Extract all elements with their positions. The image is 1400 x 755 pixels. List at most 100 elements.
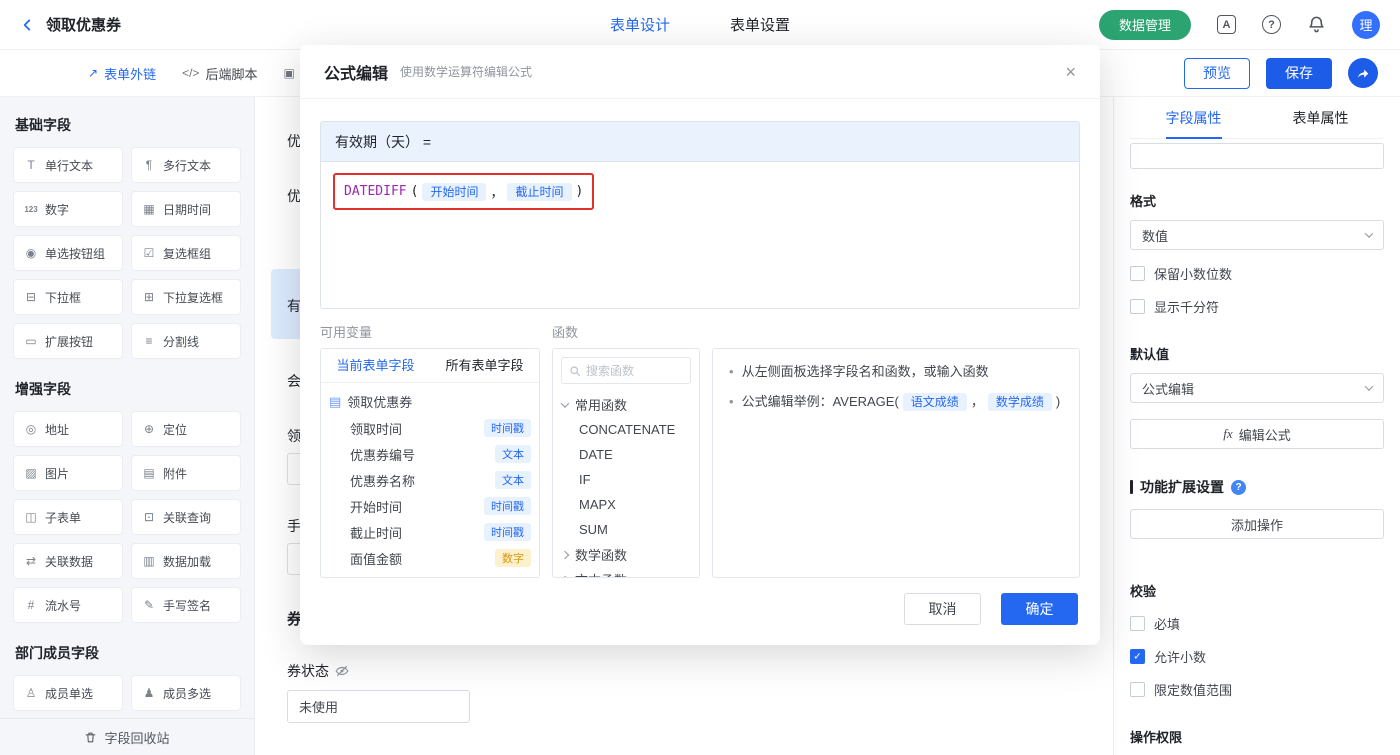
status-input[interactable] [287,690,470,723]
function-search-input[interactable] [586,363,683,378]
field-library-item[interactable]: ◉ 单选按钮组 [13,235,123,271]
properties-tab[interactable]: 表单属性 [1257,97,1384,138]
field-library-item[interactable]: ¶ 多行文本 [131,147,241,183]
header-nav-tab[interactable]: 表单设置 [730,14,790,35]
default-value-select[interactable]: 公式编辑 [1130,373,1384,403]
field-library-item[interactable]: ▥ 数据加载 [131,543,241,579]
field-library-item[interactable]: ▭ 扩展按钮 [13,323,123,359]
format-option-row[interactable]: 保留小数位数 [1130,264,1384,283]
confirm-button[interactable]: 确定 [1001,593,1078,625]
field-library-item[interactable]: ▤ 附件 [131,455,241,491]
field-library-item[interactable]: ⊞ 下拉复选框 [131,279,241,315]
checkbox[interactable] [1130,616,1145,631]
checkbox[interactable] [1130,682,1145,697]
field-icon: ◉ [25,246,37,260]
cancel-button[interactable]: 取消 [904,593,981,625]
field-library-item[interactable]: # 流水号 [13,587,123,623]
chevron-down-icon [1364,382,1374,391]
validation-option-row[interactable]: 允许小数 [1130,647,1384,666]
field-label: 关联数据 [45,554,94,569]
function-group-common[interactable]: 常用函数 [553,392,699,417]
field-label: 子表单 [45,510,82,525]
field-library-item[interactable]: ⊕ 定位 [131,411,241,447]
validation-option-row[interactable]: 限定数值范围 [1130,680,1384,699]
function-item[interactable]: CONCATENATE [553,417,699,442]
function-item[interactable]: SUM [553,517,699,542]
close-paren: ) [575,184,584,199]
variable-row[interactable]: 优惠券名称 文本 [329,467,531,493]
preview-button[interactable]: 预览 [1184,57,1250,89]
field-icon: ▤ [143,466,155,480]
form-root-node[interactable]: 领取优惠券 [329,388,531,415]
field-library-item[interactable]: ◫ 子表单 [13,499,123,535]
variables-tab[interactable]: 当前表单字段 [321,349,430,382]
field-library-item[interactable]: ▨ 图片 [13,455,123,491]
add-operation-button[interactable]: 添加操作 [1130,509,1384,539]
user-avatar[interactable]: 理 [1352,10,1380,39]
field-library-item[interactable]: ⇄ 关联数据 [13,543,123,579]
bullet-icon [729,392,734,412]
close-icon[interactable]: × [1065,63,1076,81]
formula-help-panel: 从左侧面板选择字段名和函数，或输入函数 公式编辑举例：AVERAGE( 语文成绩… [712,348,1080,578]
toolbar-link[interactable]: </> 后端脚本 [182,64,257,83]
function-group[interactable]: 数学函数 [553,542,699,567]
field-icon: ⇄ [25,554,37,568]
format-option-row[interactable]: 显示千分符 [1130,297,1384,316]
field-library-item[interactable]: ♙ 成员单选 [13,675,123,711]
formula-arg-pill[interactable]: 开始时间 [422,182,487,201]
variable-row[interactable]: 优惠券编号 文本 [329,441,531,467]
edit-formula-button[interactable]: fx 编辑公式 [1130,419,1384,449]
properties-tab[interactable]: 字段属性 [1130,97,1257,138]
checkbox-label: 显示千分符 [1154,300,1220,315]
variables-tab[interactable]: 所有表单字段 [430,349,539,382]
field-title-input[interactable] [1130,143,1384,169]
function-item[interactable]: MAPX [553,492,699,517]
field-library-item[interactable]: ⊡ 关联查询 [131,499,241,535]
field-library-item[interactable]: ✎ 手写签名 [131,587,241,623]
field-library-item[interactable]: 123 数字 [13,191,123,227]
save-button[interactable]: 保存 [1266,57,1332,89]
notification-bell-icon[interactable] [1307,15,1326,34]
modal-body: 有效期（天） = DATEDIFF ( 开始时间 ， 截止时间 ) 可用变量 函… [300,99,1100,578]
function-item[interactable]: IF [553,467,699,492]
field-library-item[interactable]: ⊟ 下拉框 [13,279,123,315]
question-help-icon[interactable]: ? [1231,479,1246,495]
field-library-item[interactable]: ♟ 成员多选 [131,675,241,711]
variable-row[interactable]: 截止时间 时间戳 [329,519,531,545]
formula-content-area[interactable]: DATEDIFF ( 开始时间 ， 截止时间 ) [321,162,1079,308]
field-library-sidebar: 基础字段 T 单行文本 ¶ 多行文本 123 数字 ▦ 日期时间 ◉ 单选按钮组… [0,97,255,755]
properties-tabs: 字段属性 表单属性 [1130,97,1384,139]
data-manage-button[interactable]: 数据管理 [1098,9,1191,40]
variable-row[interactable]: 面值金额 数字 [329,545,531,571]
checkbox[interactable] [1130,299,1145,314]
format-select[interactable]: 数值 [1130,220,1384,250]
variables-list: 领取优惠券 领取时间 时间戳 优惠券编号 [321,383,539,576]
function-item[interactable]: DATE [553,442,699,467]
variable-row[interactable]: 开始时间 时间戳 [329,493,531,519]
function-group[interactable]: 文本函数 [553,567,699,577]
field-library-item[interactable]: ≡ 分割线 [131,323,241,359]
field-library-item[interactable]: T 单行文本 [13,147,123,183]
translate-icon[interactable]: A [1217,15,1236,34]
field-label: 多行文本 [163,158,212,173]
field-library-item[interactable]: ▦ 日期时间 [131,191,241,227]
checkbox[interactable] [1130,266,1145,281]
header-nav-tab[interactable]: 表单设计 [610,14,670,35]
example-arg-pill: 数学成绩 [987,393,1052,411]
variable-name: 面值金额 [350,551,403,567]
field-recycle-bin[interactable]: 字段回收站 [0,718,254,755]
variable-row[interactable]: 领取时间 时间戳 [329,415,531,441]
checkbox-label: 允许小数 [1154,650,1207,665]
toolbar-link-icon: </> [182,66,200,80]
toolbar-link[interactable]: ↗ 表单外链 [88,64,156,83]
formula-arg-pill[interactable]: 截止时间 [507,182,572,201]
comma: ， [490,186,504,201]
formula-editor-modal: 公式编辑 使用数学运算符编辑公式 × 有效期（天） = DATEDIFF ( 开… [300,45,1100,645]
field-library-item[interactable]: ◎ 地址 [13,411,123,447]
share-button[interactable] [1348,58,1378,88]
help-icon[interactable]: ? [1262,15,1281,34]
field-library-item[interactable]: ☑ 复选框组 [131,235,241,271]
validation-option-row[interactable]: 必填 [1130,614,1384,633]
checkbox[interactable] [1130,649,1145,664]
field-label: 复选框组 [163,246,212,261]
